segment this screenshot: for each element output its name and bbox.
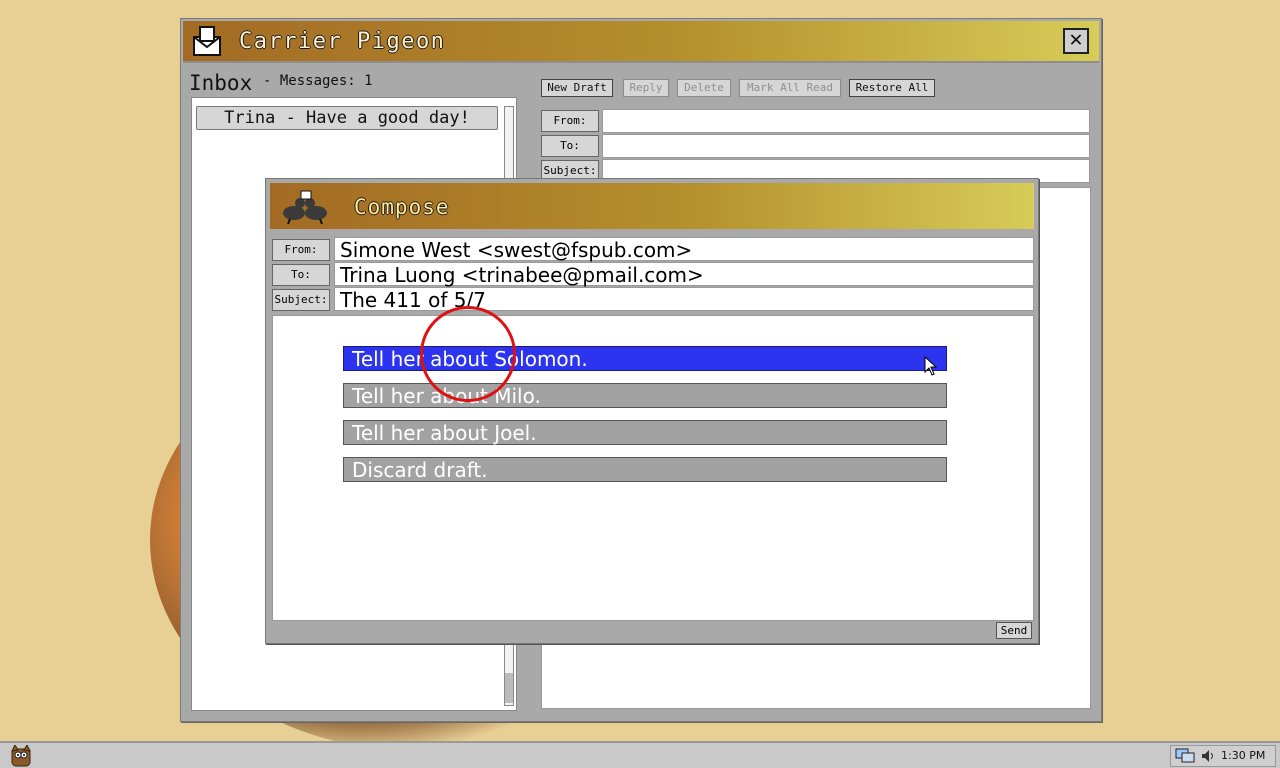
message-count: - Messages: 1: [263, 73, 373, 89]
taskbar: 1:30 PM: [0, 741, 1280, 768]
delete-button[interactable]: Delete: [677, 79, 731, 97]
restore-all-button[interactable]: Restore All: [849, 79, 935, 97]
new-draft-button[interactable]: New Draft: [541, 79, 613, 97]
pigeons-icon: [283, 190, 327, 225]
compose-body: Tell her about Solomon. Tell her about M…: [272, 315, 1034, 621]
volume-icon[interactable]: [1201, 748, 1215, 764]
compose-from-field[interactable]: Simone West <swest@fspub.com>: [334, 237, 1034, 262]
network-icon[interactable]: [1175, 748, 1195, 764]
preview-to-label: To:: [541, 135, 599, 157]
scrollbar-thumb[interactable]: [505, 673, 513, 703]
reply-button[interactable]: Reply: [623, 79, 669, 97]
compose-subject-label: Subject:: [272, 289, 330, 311]
compose-title: Compose: [354, 195, 450, 219]
compose-from-label: From:: [272, 239, 330, 261]
compose-to-field[interactable]: Trina Luong <trinabee@pmail.com>: [334, 262, 1034, 287]
close-button[interactable]: ✕: [1063, 28, 1089, 54]
close-icon: ✕: [1069, 27, 1083, 52]
clock[interactable]: 1:30 PM: [1221, 748, 1265, 764]
compose-subject-field[interactable]: The 411 of 5/7: [334, 287, 1034, 312]
compose-to-label: To:: [272, 264, 330, 286]
window-titlebar[interactable]: Carrier Pigeon ✕: [183, 21, 1099, 63]
inbox-message-item[interactable]: Trina - Have a good day!: [196, 106, 498, 130]
choice-discard-draft[interactable]: Discard draft.: [343, 457, 947, 482]
preview-from-value: [602, 109, 1090, 133]
send-button[interactable]: Send: [996, 622, 1032, 639]
system-tray: 1:30 PM: [1170, 745, 1276, 767]
mark-all-read-button[interactable]: Mark All Read: [739, 79, 841, 97]
compose-titlebar[interactable]: Compose: [270, 183, 1034, 229]
compose-window: Compose From: Simone West <swest@fspub.c…: [265, 178, 1039, 644]
mouse-cursor-icon: [924, 356, 938, 376]
window-title: Carrier Pigeon: [239, 29, 446, 54]
owl-launcher-icon[interactable]: [8, 745, 34, 767]
envelope-icon: [193, 26, 221, 56]
preview-from-label: From:: [541, 110, 599, 132]
inbox-heading: Inbox: [189, 71, 253, 95]
choice-joel[interactable]: Tell her about Joel.: [343, 420, 947, 445]
preview-to-value: [602, 134, 1090, 158]
click-indicator: [420, 306, 516, 402]
